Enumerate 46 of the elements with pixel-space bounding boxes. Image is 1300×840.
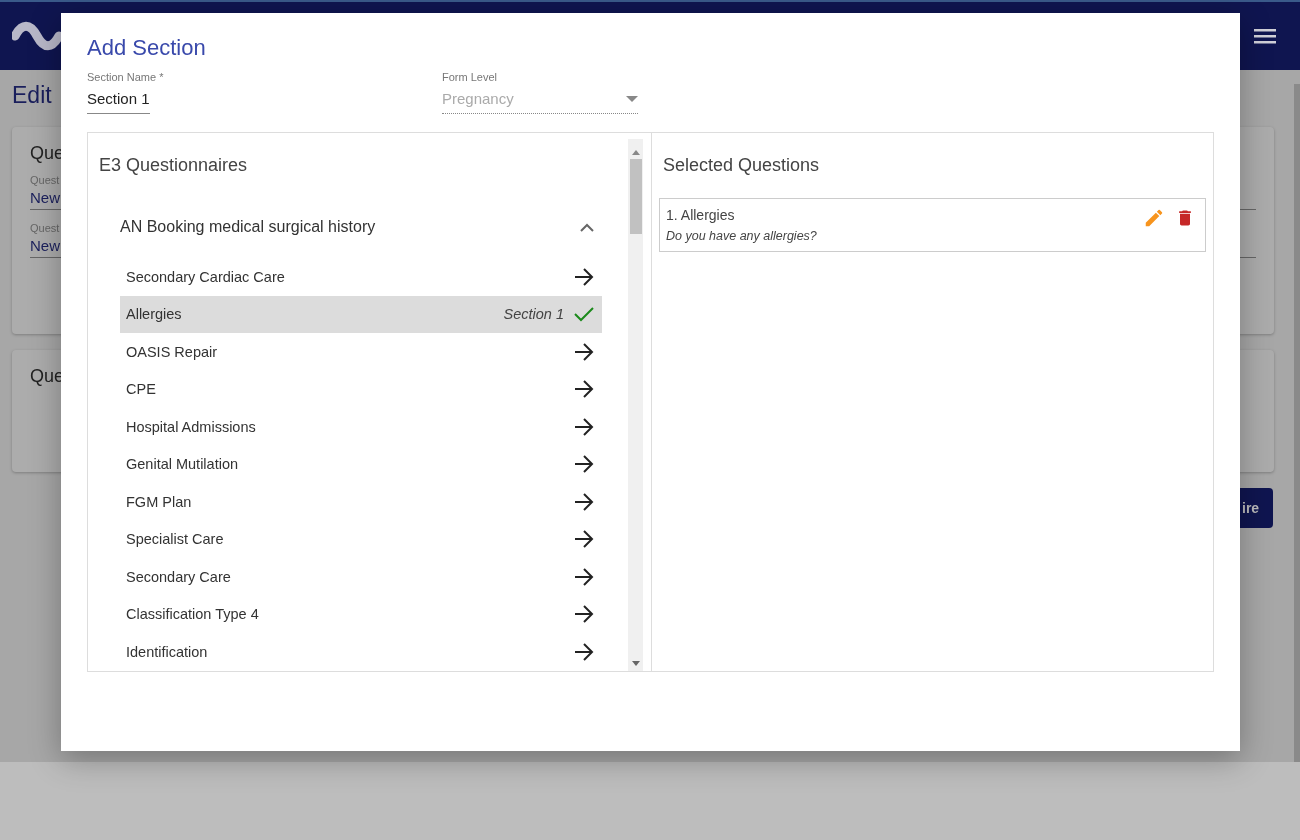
field-label: Quest — [30, 222, 60, 234]
question-item[interactable]: Secondary Cardiac Care — [120, 258, 602, 296]
text-field[interactable]: New — [30, 186, 60, 209]
scrollbar-thumb[interactable] — [629, 159, 642, 234]
section-name-field[interactable]: Section 1 — [87, 87, 150, 114]
page-title: Edit — [12, 82, 52, 109]
questionnaire-header[interactable]: AN Booking medical surgical history — [99, 198, 602, 258]
panel-title: Selected Questions — [663, 155, 821, 176]
arrow-right-icon[interactable] — [574, 267, 594, 286]
question-item[interactable]: Classification Type 4 — [120, 595, 602, 633]
panel-title: E3 Questionnaires — [99, 155, 249, 176]
arrow-right-icon[interactable] — [574, 492, 594, 511]
question-item[interactable]: Specialist Care — [120, 520, 602, 558]
dropdown-caret-icon — [626, 95, 638, 102]
scroll-down-icon[interactable] — [631, 661, 640, 667]
field-label: Section Name * — [87, 71, 165, 83]
question-item[interactable]: CPE — [120, 370, 602, 408]
section-tag: Section 1 — [503, 306, 564, 323]
question-item[interactable]: OASIS Repair — [120, 333, 602, 371]
arrow-right-icon[interactable] — [574, 530, 594, 549]
field-label: Quest — [30, 174, 60, 186]
arrow-right-icon[interactable] — [574, 642, 594, 661]
scroll-up-icon[interactable] — [631, 149, 640, 155]
scrollbar[interactable] — [1294, 84, 1300, 762]
menu-icon[interactable] — [1254, 28, 1276, 44]
check-icon — [574, 306, 594, 323]
question-title: 1. Allergies — [666, 207, 736, 223]
question-item[interactable]: FGM Plan — [120, 483, 602, 521]
chevron-icon — [580, 222, 594, 232]
text-field[interactable]: New — [30, 234, 60, 257]
arrow-right-icon[interactable] — [574, 455, 594, 474]
question-item[interactable]: Hospital Admissions — [120, 408, 602, 446]
arrow-right-icon[interactable] — [574, 342, 594, 361]
question-item[interactable]: Genital Mutilation — [120, 445, 602, 483]
arrow-right-icon[interactable] — [574, 380, 594, 399]
question-item[interactable]: Allergies Section 1 — [120, 295, 602, 333]
wave-logo-icon — [12, 21, 62, 51]
scrollbar[interactable] — [628, 139, 643, 671]
question-text: Do you have any allergies? — [666, 229, 818, 243]
arrow-right-icon[interactable] — [574, 605, 594, 624]
field-label: Form Level — [442, 71, 499, 83]
question-item[interactable]: Identification — [120, 633, 602, 671]
dialog-title: Add Section — [87, 35, 207, 61]
arrow-right-icon[interactable] — [574, 417, 594, 436]
question-item[interactable]: Secondary Care — [120, 558, 602, 596]
arrow-right-icon[interactable] — [574, 567, 594, 586]
